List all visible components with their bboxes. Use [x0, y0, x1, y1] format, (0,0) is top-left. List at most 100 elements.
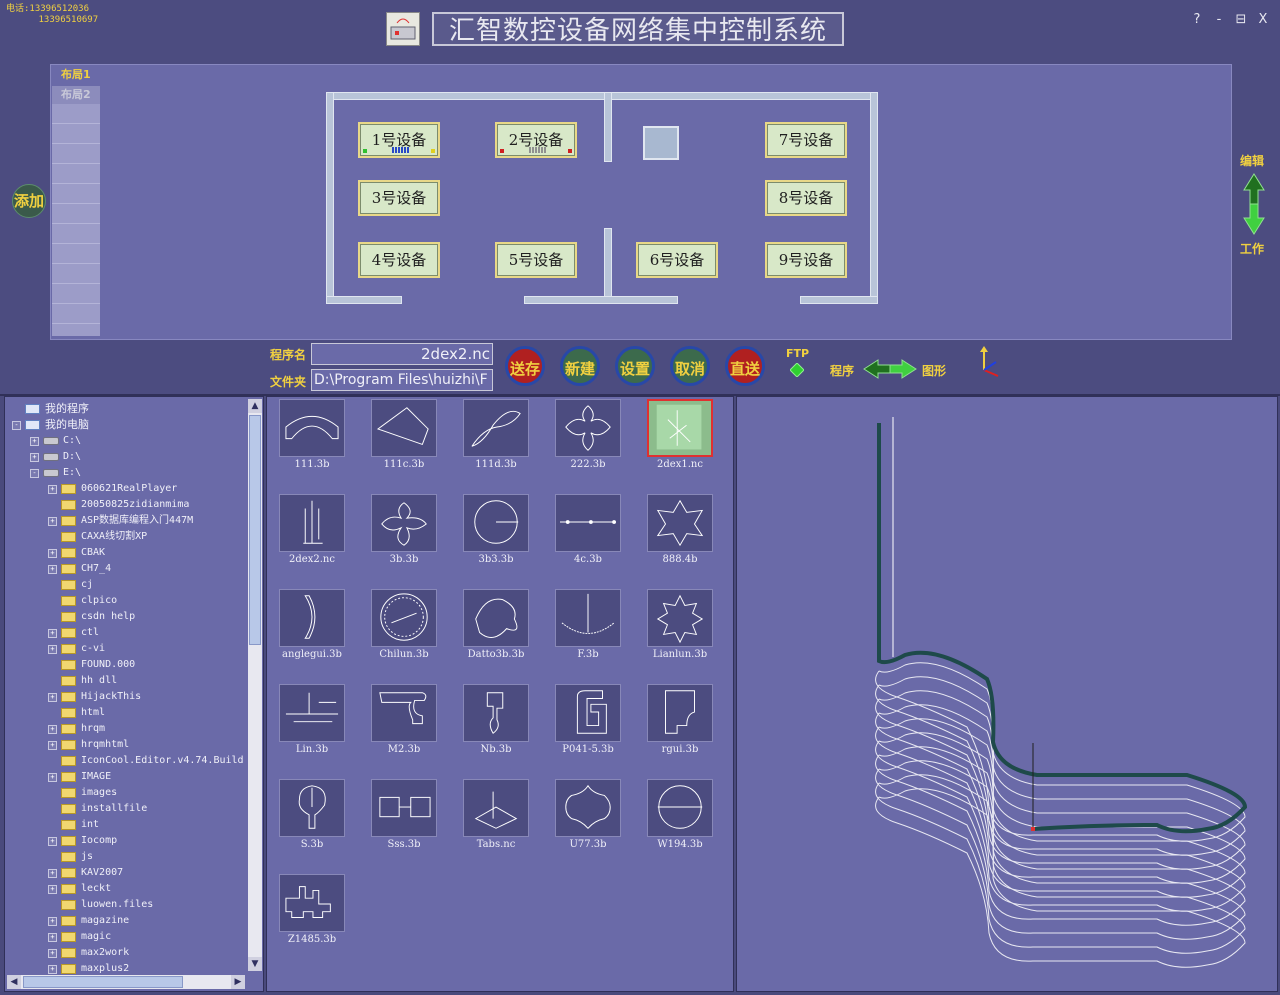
file-name[interactable]: Tabs.nc: [450, 839, 542, 850]
file-thumbnail[interactable]: [279, 684, 345, 742]
file-thumbnail[interactable]: [463, 779, 529, 837]
expand-icon[interactable]: +: [48, 773, 57, 782]
scroll-up-icon[interactable]: ▲: [248, 399, 262, 413]
folder-field[interactable]: D:\Program Files\huizhi\F: [311, 369, 493, 391]
file-name[interactable]: rgui.3b: [634, 744, 726, 755]
file-thumbnail[interactable]: [371, 684, 437, 742]
minimize-button[interactable]: -: [1212, 12, 1226, 27]
file-name[interactable]: Lin.3b: [266, 744, 358, 755]
tree-horizontal-scrollbar[interactable]: ◀ ▶: [7, 975, 245, 989]
file-name[interactable]: M2.3b: [358, 744, 450, 755]
ftp-diamond-icon[interactable]: [789, 362, 805, 378]
file-name[interactable]: Chilun.3b: [358, 649, 450, 660]
device-3[interactable]: 3号设备: [358, 180, 440, 216]
file-name[interactable]: anglegui.3b: [266, 649, 358, 660]
mode-toggle-arrow-icon[interactable]: [1242, 172, 1266, 236]
file-thumbnail[interactable]: [463, 589, 529, 647]
expand-icon[interactable]: +: [48, 565, 57, 574]
collapse-icon[interactable]: -: [12, 421, 21, 430]
save-send-button[interactable]: 送存: [505, 346, 545, 386]
new-button[interactable]: 新建: [560, 346, 600, 386]
toolpath-preview[interactable]: [736, 396, 1278, 992]
file-name[interactable]: P041-5.3b: [542, 744, 634, 755]
device-9[interactable]: 9号设备: [765, 242, 847, 278]
scroll-right-icon[interactable]: ▶: [231, 975, 245, 989]
file-thumbnail[interactable]: [279, 399, 345, 457]
scroll-down-icon[interactable]: ▼: [248, 957, 262, 971]
file-name[interactable]: 3b.3b: [358, 554, 450, 565]
restore-button[interactable]: ⊟: [1234, 12, 1248, 27]
expand-icon[interactable]: +: [48, 693, 57, 702]
file-name[interactable]: 111.3b: [266, 459, 358, 470]
file-thumbnail[interactable]: [647, 779, 713, 837]
device-4[interactable]: 4号设备: [358, 242, 440, 278]
file-name[interactable]: 111d.3b: [450, 459, 542, 470]
expand-icon[interactable]: +: [48, 549, 57, 558]
program-name-field[interactable]: 2dex2.nc: [311, 343, 493, 365]
file-thumbnail[interactable]: [371, 589, 437, 647]
file-thumbnail[interactable]: [463, 494, 529, 552]
device-5[interactable]: 5号设备: [495, 242, 577, 278]
file-thumbnail[interactable]: [279, 589, 345, 647]
file-thumbnail[interactable]: [555, 494, 621, 552]
expand-icon[interactable]: +: [48, 949, 57, 958]
file-name[interactable]: Lianlun.3b: [634, 649, 726, 660]
add-button[interactable]: 添加: [12, 184, 46, 218]
direct-send-button[interactable]: 直送: [725, 346, 765, 386]
device-8[interactable]: 8号设备: [765, 180, 847, 216]
file-thumbnail[interactable]: [555, 589, 621, 647]
expand-icon[interactable]: +: [48, 485, 57, 494]
file-name[interactable]: 2dex2.nc: [266, 554, 358, 565]
file-tree[interactable]: 我的程序 - 我的电脑 + C:\ + D:\ - E:\ +060621RealPlayer 20…: [4, 396, 264, 992]
file-name[interactable]: Datto3b.3b: [450, 649, 542, 660]
expand-icon[interactable]: +: [48, 645, 57, 654]
file-thumbnail[interactable]: [463, 399, 529, 457]
file-thumbnail[interactable]: [555, 684, 621, 742]
settings-button[interactable]: 设置: [615, 346, 655, 386]
file-thumbnail[interactable]: [647, 589, 713, 647]
file-thumbnail[interactable]: [371, 779, 437, 837]
device-1[interactable]: 1号设备: [358, 122, 440, 158]
file-name[interactable]: F.3b: [542, 649, 634, 660]
help-button[interactable]: ?: [1190, 12, 1204, 27]
file-name[interactable]: 222.3b: [542, 459, 634, 470]
expand-icon[interactable]: +: [48, 517, 57, 526]
file-thumbnail[interactable]: [279, 494, 345, 552]
file-thumbnail[interactable]: [371, 399, 437, 457]
file-name[interactable]: Z1485.3b: [266, 934, 358, 945]
tab-layout-2[interactable]: 布局2: [52, 86, 100, 104]
tab-layout-1[interactable]: 布局1: [52, 66, 100, 84]
axis-icon[interactable]: [974, 346, 1002, 378]
expand-icon[interactable]: +: [48, 917, 57, 926]
file-name[interactable]: Nb.3b: [450, 744, 542, 755]
expand-icon[interactable]: +: [48, 869, 57, 878]
close-button[interactable]: X: [1256, 12, 1270, 27]
scroll-thumb[interactable]: [249, 415, 261, 645]
cancel-button[interactable]: 取消: [670, 346, 710, 386]
expand-icon[interactable]: +: [48, 741, 57, 750]
file-thumbnail[interactable]: [463, 684, 529, 742]
file-name[interactable]: Sss.3b: [358, 839, 450, 850]
file-name[interactable]: 111c.3b: [358, 459, 450, 470]
scroll-thumb-h[interactable]: [23, 976, 183, 988]
file-name[interactable]: 3b3.3b: [450, 554, 542, 565]
tree-vertical-scrollbar[interactable]: ▲ ▼: [248, 399, 262, 971]
file-name[interactable]: W194.3b: [634, 839, 726, 850]
file-thumbnail[interactable]: [555, 399, 621, 457]
expand-icon[interactable]: +: [48, 965, 57, 974]
file-name[interactable]: S.3b: [266, 839, 358, 850]
file-thumbnail[interactable]: [279, 779, 345, 837]
device-2[interactable]: 2号设备: [495, 122, 577, 158]
expand-icon[interactable]: +: [30, 453, 39, 462]
collapse-icon[interactable]: -: [30, 469, 39, 478]
file-name[interactable]: 4c.3b: [542, 554, 634, 565]
expand-icon[interactable]: +: [48, 725, 57, 734]
scroll-left-icon[interactable]: ◀: [7, 975, 21, 989]
device-7[interactable]: 7号设备: [765, 122, 847, 158]
file-thumbnail[interactable]: [647, 684, 713, 742]
expand-icon[interactable]: +: [48, 885, 57, 894]
file-name[interactable]: 2dex1.nc: [634, 459, 726, 470]
device-6[interactable]: 6号设备: [636, 242, 718, 278]
file-name[interactable]: U77.3b: [542, 839, 634, 850]
expand-icon[interactable]: +: [48, 933, 57, 942]
